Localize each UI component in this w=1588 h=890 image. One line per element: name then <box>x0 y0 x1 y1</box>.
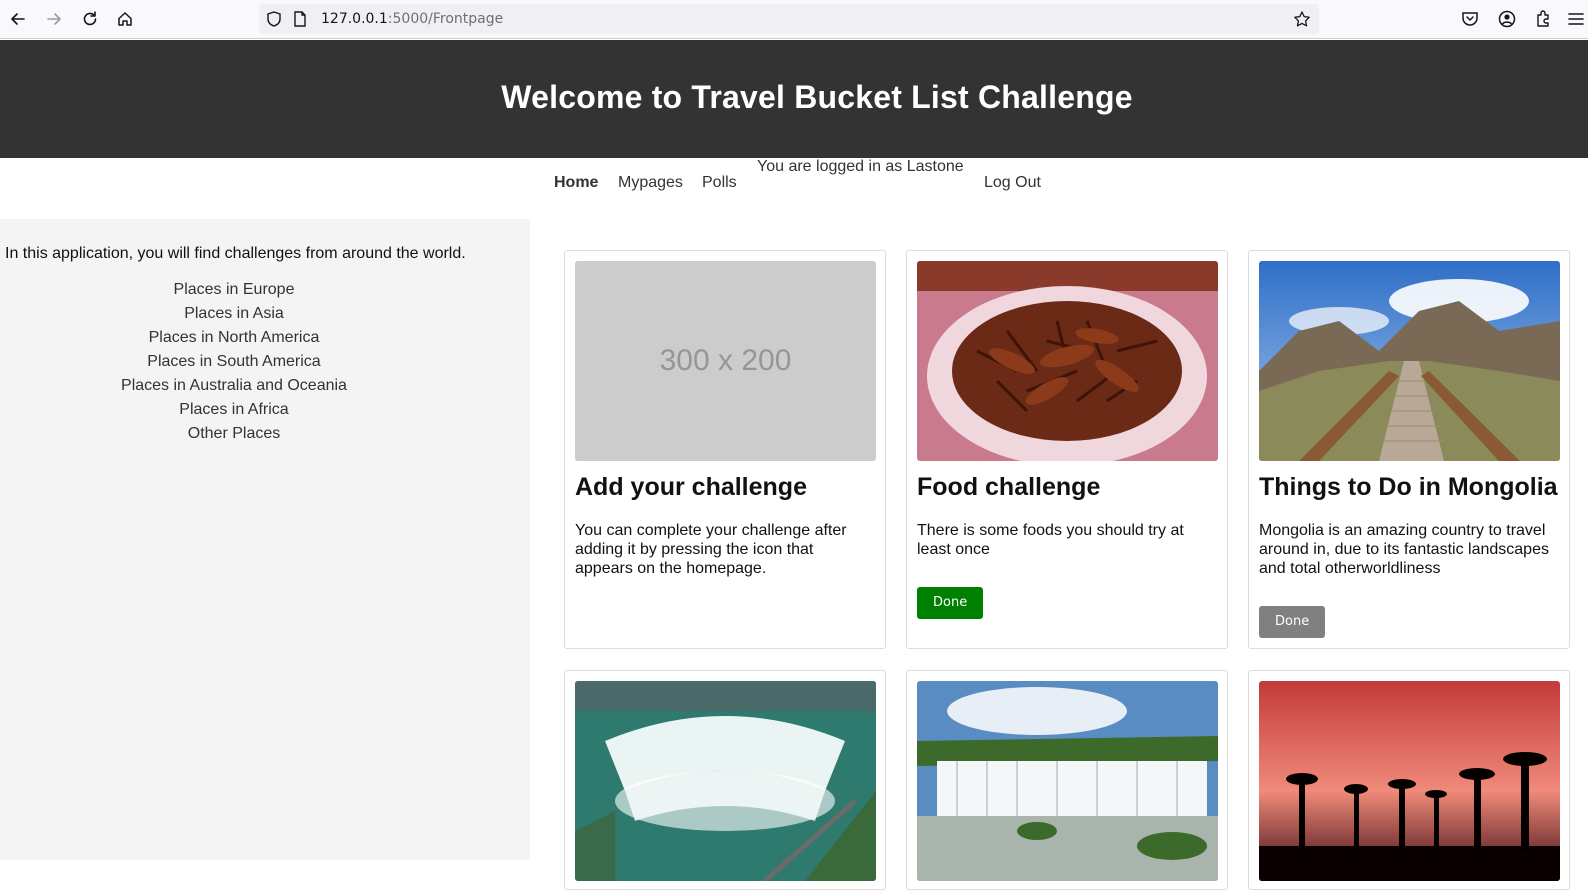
url-bar[interactable]: 127.0.0.1:5000/Frontpage <box>259 4 1319 34</box>
browser-toolbar: 127.0.0.1:5000/Frontpage <box>0 0 1588 39</box>
challenge-card: 300 x 200 Add your challenge You can com… <box>564 250 886 649</box>
login-status: You are logged in as Lastone <box>757 158 964 175</box>
sidebar-intro: In this application, you will find chall… <box>5 245 466 262</box>
region-link-europe[interactable]: Places in Europe <box>0 278 468 302</box>
challenge-card <box>564 670 886 890</box>
region-link-asia[interactable]: Places in Asia <box>0 302 468 326</box>
nav-home-link[interactable]: Home <box>554 174 598 192</box>
done-button[interactable]: Done <box>1259 606 1326 638</box>
nav-polls-link[interactable]: Polls <box>702 174 737 192</box>
top-navigation: Home Mypages Polls You are logged in as … <box>0 158 1588 218</box>
account-icon[interactable] <box>1497 9 1517 29</box>
menu-icon[interactable] <box>1566 9 1586 29</box>
placeholder-label: 300 x 200 <box>659 344 792 377</box>
region-link-australia-oceania[interactable]: Places in Australia and Oceania <box>0 374 468 398</box>
home-icon[interactable] <box>112 6 138 32</box>
page-title: Welcome to Travel Bucket List Challenge <box>501 79 1133 115</box>
card-image-fried-insects <box>917 261 1218 461</box>
done-button[interactable]: Done <box>917 587 984 619</box>
region-list: Places in Europe Places in Asia Places i… <box>0 278 468 446</box>
nav-mypages-link[interactable]: Mypages <box>618 174 683 192</box>
region-link-africa[interactable]: Places in Africa <box>0 398 468 422</box>
site-header: Welcome to Travel Bucket List Challenge <box>0 40 1588 158</box>
card-image-mongolia-stairs <box>1259 261 1560 461</box>
forward-icon[interactable] <box>41 6 67 32</box>
sidebar: In this application, you will find chall… <box>0 219 530 860</box>
challenge-card <box>1248 670 1570 890</box>
card-title: Things to Do in Mongolia <box>1259 473 1558 501</box>
reload-icon[interactable] <box>77 6 103 32</box>
challenge-card <box>906 670 1228 890</box>
card-title: Add your challenge <box>575 473 807 501</box>
extensions-icon[interactable] <box>1533 9 1553 29</box>
card-image-iguazu-falls <box>917 681 1218 881</box>
region-link-south-america[interactable]: Places in South America <box>0 350 468 374</box>
shield-icon[interactable] <box>265 10 283 28</box>
back-icon[interactable] <box>5 6 31 32</box>
card-text: There is some foods you should try at le… <box>917 522 1184 558</box>
challenge-card: Things to Do in Mongolia Mongolia is an … <box>1248 250 1570 649</box>
challenge-card: Food challenge There is some foods you s… <box>906 250 1228 649</box>
card-text: Mongolia is an amazing country to travel… <box>1259 522 1549 577</box>
page-icon <box>294 11 306 27</box>
card-title: Food challenge <box>917 473 1101 501</box>
pocket-icon[interactable] <box>1460 9 1480 29</box>
card-image-baobab-sunset <box>1259 681 1560 881</box>
card-image-niagara-falls <box>575 681 876 881</box>
region-link-north-america[interactable]: Places in North America <box>0 326 468 350</box>
nav-logout-link[interactable]: Log Out <box>984 174 1041 192</box>
url-text[interactable]: 127.0.0.1:5000/Frontpage <box>321 11 503 27</box>
card-image-placeholder: 300 x 200 <box>575 261 876 461</box>
bookmark-star-icon[interactable] <box>1293 10 1311 28</box>
card-text: You can complete your challenge after ad… <box>575 522 847 577</box>
region-link-other[interactable]: Other Places <box>0 422 468 446</box>
